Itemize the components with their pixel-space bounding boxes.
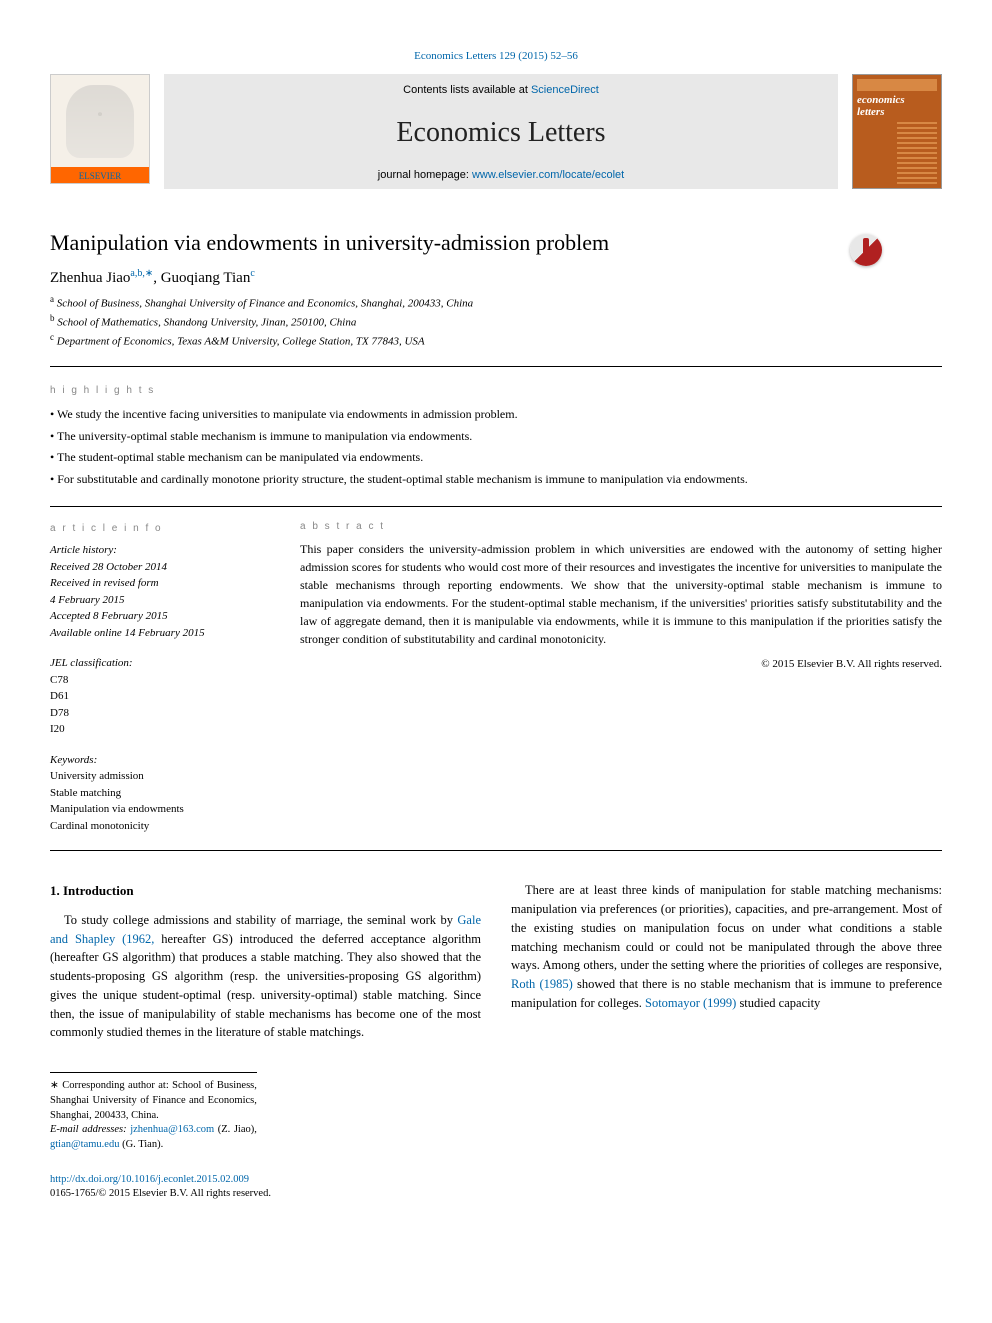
jel-code: I20 <box>50 721 270 738</box>
history-line: 4 February 2015 <box>50 592 270 609</box>
journal-cover-thumbnail[interactable]: economics letters <box>852 74 942 189</box>
aff-a-mark: a <box>50 294 54 304</box>
journal-banner: ELSEVIER Contents lists available at Sci… <box>50 74 942 189</box>
highlight-item: The student-optimal stable mechanism can… <box>50 447 942 469</box>
email-2-who: (G. Tian). <box>119 1139 163 1150</box>
intro-text-2a: There are at least three kinds of manipu… <box>511 883 942 972</box>
highlights-block: h i g h l i g h t s We study the incenti… <box>50 385 942 490</box>
author-1-name: Zhenhua Jiao <box>50 270 130 286</box>
keyword: University admission <box>50 768 270 785</box>
jel-code: D61 <box>50 688 270 705</box>
history-line: Received 28 October 2014 <box>50 559 270 576</box>
aff-b-text: School of Mathematics, Shandong Universi… <box>57 316 356 328</box>
ref-roth-1985[interactable]: Roth (1985) <box>511 977 573 991</box>
intro-text-1a: To study college admissions and stabilit… <box>64 913 457 927</box>
author-2-name: Guoqiang Tian <box>161 270 251 286</box>
aff-a-text: School of Business, Shanghai University … <box>57 297 473 309</box>
paper-title: Manipulation via endowments in universit… <box>50 229 770 258</box>
keyword: Stable matching <box>50 785 270 802</box>
highlight-item: We study the incentive facing universiti… <box>50 404 942 426</box>
doi-block: http://dx.doi.org/10.1016/j.econlet.2015… <box>50 1173 942 1202</box>
author-2-marks: c <box>250 268 254 279</box>
highlights-label: h i g h l i g h t s <box>50 385 942 396</box>
intro-text-2c: studied capacity <box>736 996 820 1010</box>
contents-line: Contents lists available at ScienceDirec… <box>403 84 599 96</box>
divider <box>50 506 942 507</box>
contents-prefix: Contents lists available at <box>403 84 531 96</box>
corresponding-note: Corresponding author at: School of Busin… <box>50 1079 257 1123</box>
elsevier-label: ELSEVIER <box>79 171 122 181</box>
abstract-label: a b s t r a c t <box>300 521 942 532</box>
affiliations: a School of Business, Shanghai Universit… <box>50 293 942 350</box>
article-info-label: a r t i c l e i n f o <box>50 521 270 536</box>
issn-line: 0165-1765/© 2015 Elsevier B.V. All right… <box>50 1188 271 1199</box>
highlight-item: The university-optimal stable mechanism … <box>50 426 942 448</box>
highlight-item: For substitutable and cardinally monoton… <box>50 469 942 491</box>
citation-header: Economics Letters 129 (2015) 52–56 <box>50 50 942 62</box>
article-info: a r t i c l e i n f o Article history: R… <box>50 521 270 834</box>
doi-link[interactable]: http://dx.doi.org/10.1016/j.econlet.2015… <box>50 1174 249 1185</box>
col-right: There are at least three kinds of manipu… <box>511 881 942 1152</box>
banner-center: Contents lists available at ScienceDirec… <box>164 74 838 189</box>
author-1-marks: a,b,∗ <box>130 268 153 279</box>
homepage-prefix: journal homepage: <box>378 169 472 181</box>
section-head-intro: 1. Introduction <box>50 881 481 901</box>
email-2[interactable]: gtian@tamu.edu <box>50 1139 119 1150</box>
jel-head: JEL classification: <box>50 655 270 672</box>
abstract-text: This paper considers the university-admi… <box>300 540 942 648</box>
jel-code: C78 <box>50 672 270 689</box>
cover-title-1: economics <box>857 94 905 106</box>
sciencedirect-link[interactable]: ScienceDirect <box>531 84 599 96</box>
homepage-link[interactable]: www.elsevier.com/locate/ecolet <box>472 169 624 181</box>
footnotes: Corresponding author at: School of Busin… <box>50 1072 257 1152</box>
history-line: Accepted 8 February 2015 <box>50 608 270 625</box>
authors: Zhenhua Jiaoa,b,∗, Guoqiang Tianc <box>50 268 942 287</box>
aff-c-mark: c <box>50 332 54 342</box>
divider <box>50 366 942 367</box>
intro-text-1b: hereafter GS) introduced the deferred ac… <box>50 932 481 1040</box>
history-line: Available online 14 February 2015 <box>50 625 270 642</box>
crossmark-icon[interactable] <box>850 234 882 266</box>
history-line: Article history: <box>50 542 270 559</box>
citation-link[interactable]: Economics Letters 129 (2015) 52–56 <box>414 50 578 62</box>
email-1-who: (Z. Jiao), <box>214 1124 257 1135</box>
body-columns: 1. Introduction To study college admissi… <box>50 881 942 1152</box>
abstract-block: a b s t r a c t This paper considers the… <box>300 521 942 834</box>
email-label: E-mail addresses: <box>50 1124 127 1135</box>
journal-title: Economics Letters <box>396 117 605 149</box>
aff-c-text: Department of Economics, Texas A&M Unive… <box>57 336 425 348</box>
abstract-copyright: © 2015 Elsevier B.V. All rights reserved… <box>300 658 942 670</box>
aff-b-mark: b <box>50 313 55 323</box>
jel-code: D78 <box>50 705 270 722</box>
elsevier-logo[interactable]: ELSEVIER <box>50 74 150 184</box>
kw-head: Keywords: <box>50 752 270 769</box>
cover-title-2: letters <box>857 106 885 118</box>
col-left: 1. Introduction To study college admissi… <box>50 881 481 1152</box>
email-1[interactable]: jzhenhua@163.com <box>130 1124 214 1135</box>
ref-sotomayor-1999[interactable]: Sotomayor (1999) <box>645 996 736 1010</box>
homepage-line: journal homepage: www.elsevier.com/locat… <box>378 169 624 181</box>
history-line: Received in revised form <box>50 575 270 592</box>
keyword: Cardinal monotonicity <box>50 818 270 835</box>
divider <box>50 850 942 851</box>
keyword: Manipulation via endowments <box>50 801 270 818</box>
